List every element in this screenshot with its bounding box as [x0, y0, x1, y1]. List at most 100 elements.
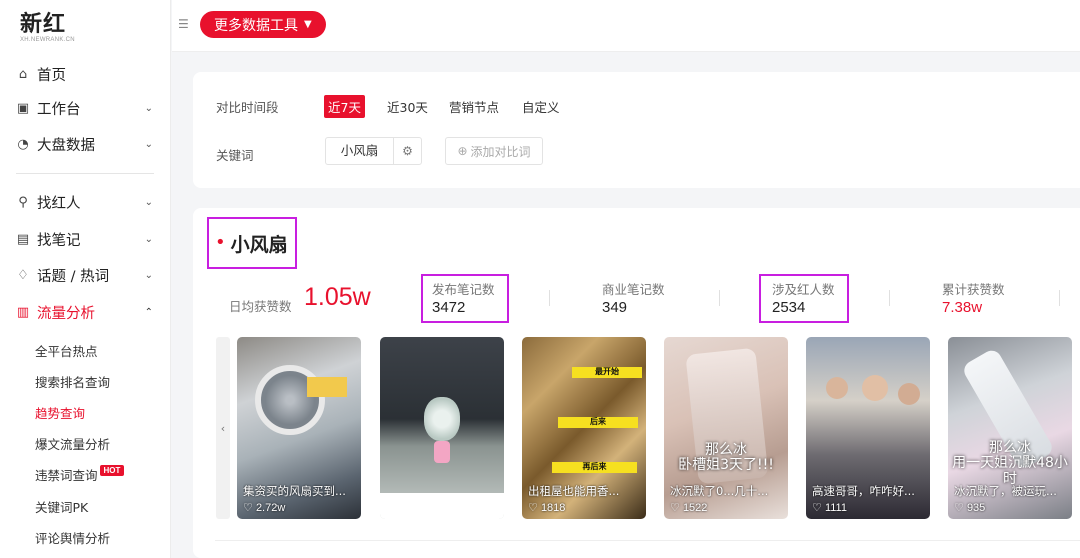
sidebar-item-label: 话题 / 热词	[37, 268, 110, 285]
note-card[interactable]: 集资买的风扇买到... ♡ 2.72w	[237, 337, 361, 519]
more-data-tools-button[interactable]: 更多数据工具 ▼	[200, 11, 326, 38]
sidebar-item-find-note[interactable]: ▤ 找笔记 ⌄	[0, 225, 171, 253]
sidebar-subitem-trend-query[interactable]: 趋势查询	[35, 403, 85, 422]
stat-label: 累计获赞数	[942, 282, 1005, 297]
chevron-down-icon: ⌄	[144, 269, 153, 281]
note-overlay-text: 那么冰 用一天姐沉默48小时	[952, 440, 1068, 487]
stat-value: 3472	[432, 299, 466, 316]
note-caption: 冰沉默了，被运玩...	[954, 484, 1057, 498]
stat-value: 2534	[772, 299, 806, 316]
chevron-down-icon: ⌄	[144, 102, 153, 114]
fan-handle	[434, 441, 450, 463]
chevron-up-icon: ⌃	[144, 306, 153, 318]
person-image	[862, 375, 888, 401]
period-label: 对比时间段	[216, 100, 279, 115]
note-card[interactable]: 那么冰 卧槽姐3天了!!! 冰沉默了0...几十... ♡ 1522	[664, 337, 788, 519]
note-card[interactable]: 最开始 后来 再后来 出租屋也能用香... ♡ 1818	[522, 337, 646, 519]
note-caption: 高速哥哥，咋咋好...	[812, 484, 915, 498]
note-likes: ♡ 1818	[528, 501, 565, 514]
sidebar-subitem-label: 违禁词查询	[35, 468, 98, 483]
note-text-panel	[380, 493, 504, 519]
fan-image	[255, 365, 325, 435]
chevron-down-icon: ⌄	[144, 196, 153, 208]
sidebar-item-label: 流量分析	[37, 305, 95, 322]
note-caption: 冰沉默了0...几十...	[670, 484, 769, 498]
add-compare-button[interactable]: ⊕ 添加对比词	[445, 137, 543, 165]
chevron-down-icon: ⌄	[144, 138, 153, 150]
heart-icon: ♡	[528, 502, 538, 514]
chevron-down-icon: ⌄	[144, 233, 153, 245]
sticker: 再后来	[552, 462, 637, 473]
keyword-title-text: 小风扇	[230, 233, 288, 256]
stat-divider	[1059, 290, 1060, 306]
logo[interactable]: 新红 XH.NEWRANK.CN	[20, 6, 75, 43]
note-likes-value: 935	[966, 502, 986, 514]
sidebar-item-traffic-analysis[interactable]: ▥ 流量分析 ⌃	[0, 298, 171, 326]
sidebar-item-dashboard[interactable]: ◔ 大盘数据 ⌄	[0, 130, 171, 158]
stat-divider	[719, 290, 720, 306]
sidebar-subitem-search-ranking[interactable]: 搜索排名查询	[35, 372, 110, 391]
note-caption: 集资买的风扇买到...	[243, 484, 346, 498]
stat-label: 商业笔记数	[602, 282, 665, 297]
stat-label: 发布笔记数	[432, 282, 495, 297]
add-compare-label: 添加对比词	[470, 144, 531, 159]
sidebar-subitem-keyword-pk[interactable]: 关键词PK	[35, 497, 88, 516]
person-image	[826, 377, 848, 399]
sidebar-item-label: 工作台	[37, 101, 81, 118]
sidebar-item-find-influencer[interactable]: ⚲ 找红人 ⌄	[0, 188, 171, 216]
sidebar-item-label: 首页	[37, 67, 66, 84]
carousel-prev-button[interactable]: ‹	[216, 337, 230, 519]
sidebar-subitem-viral-analysis[interactable]: 爆文流量分析	[35, 434, 110, 453]
bullet-dot-icon: •	[215, 232, 226, 253]
workbench-icon: ▣	[16, 100, 30, 116]
sidebar-item-label: 找笔记	[37, 232, 81, 249]
heart-icon: ♡	[243, 502, 253, 514]
sticker	[307, 377, 347, 397]
gear-icon[interactable]: ⚙	[394, 144, 421, 158]
plus-circle-icon: ⊕	[457, 144, 468, 158]
sidebar-item-home[interactable]: ⌂ 首页	[0, 60, 171, 88]
note-likes-value: 1522	[682, 502, 708, 514]
logo-subtext: XH.NEWRANK.CN	[20, 37, 75, 43]
daily-likes-value: 1.05w	[304, 283, 371, 311]
sidebar-item-label: 大盘数据	[37, 137, 95, 154]
note-card[interactable]: 高速哥哥，咋咋好... ♡ 1111	[806, 337, 930, 519]
more-data-tools-label: 更多数据工具	[214, 17, 298, 34]
analytics-icon: ▥	[16, 304, 30, 320]
stat-divider	[889, 290, 890, 306]
menu-collapse-icon[interactable]: ☰	[178, 17, 189, 31]
sticker: 最开始	[572, 367, 642, 378]
sidebar-subitem-banned-words[interactable]: 违禁词查询 HOT	[35, 465, 125, 484]
top-bar: ☰ 更多数据工具 ▼	[172, 0, 1080, 52]
heart-icon: ♡	[670, 502, 680, 514]
search-icon: ⚲	[18, 194, 28, 210]
sidebar-item-topic[interactable]: ♢ 话题 / 热词 ⌄	[0, 261, 171, 289]
note-overlay-text: 那么冰 卧槽姐3天了!!!	[678, 442, 774, 474]
period-option-custom[interactable]: 自定义	[522, 97, 560, 116]
person-image	[898, 383, 920, 405]
note-caption: 出租屋也能用香...	[528, 484, 620, 498]
sidebar-subitem-comment-analysis[interactable]: 评论舆情分析	[35, 528, 110, 547]
caret-down-icon: ▼	[304, 19, 312, 30]
note-card[interactable]	[380, 337, 504, 519]
stat-value: 349	[602, 299, 628, 316]
section-divider	[215, 540, 1080, 541]
keyword-chip[interactable]: 小风扇 ⚙	[325, 137, 422, 165]
note-likes-value: 2.72w	[255, 502, 286, 514]
heart-icon: ♡	[954, 502, 964, 514]
keyword-chip-text: 小风扇	[326, 137, 394, 165]
keyword-label: 关键词	[216, 148, 254, 163]
filter-card: 对比时间段 近7天 近30天 营销节点 自定义 关键词 小风扇 ⚙ ⊕ 添加对比…	[193, 72, 1080, 188]
sidebar-item-workbench[interactable]: ▣ 工作台 ⌄	[0, 94, 171, 122]
note-likes: ♡ 935	[954, 501, 985, 514]
note-likes-value: 1111	[824, 502, 847, 514]
stat-divider	[549, 290, 550, 306]
note-likes: ♡ 2.72w	[243, 501, 285, 514]
note-card[interactable]: 那么冰 用一天姐沉默48小时 冰沉默了，被运玩... ♡ 935	[948, 337, 1072, 519]
sidebar-subitem-hotspot[interactable]: 全平台热点	[35, 341, 98, 360]
keyword-title: • 小风扇	[207, 217, 297, 269]
period-option-marketing[interactable]: 营销节点	[449, 97, 499, 116]
period-option-30d[interactable]: 近30天	[387, 97, 428, 116]
period-option-7d[interactable]: 近7天	[324, 95, 365, 118]
home-icon: ⌂	[18, 66, 28, 82]
